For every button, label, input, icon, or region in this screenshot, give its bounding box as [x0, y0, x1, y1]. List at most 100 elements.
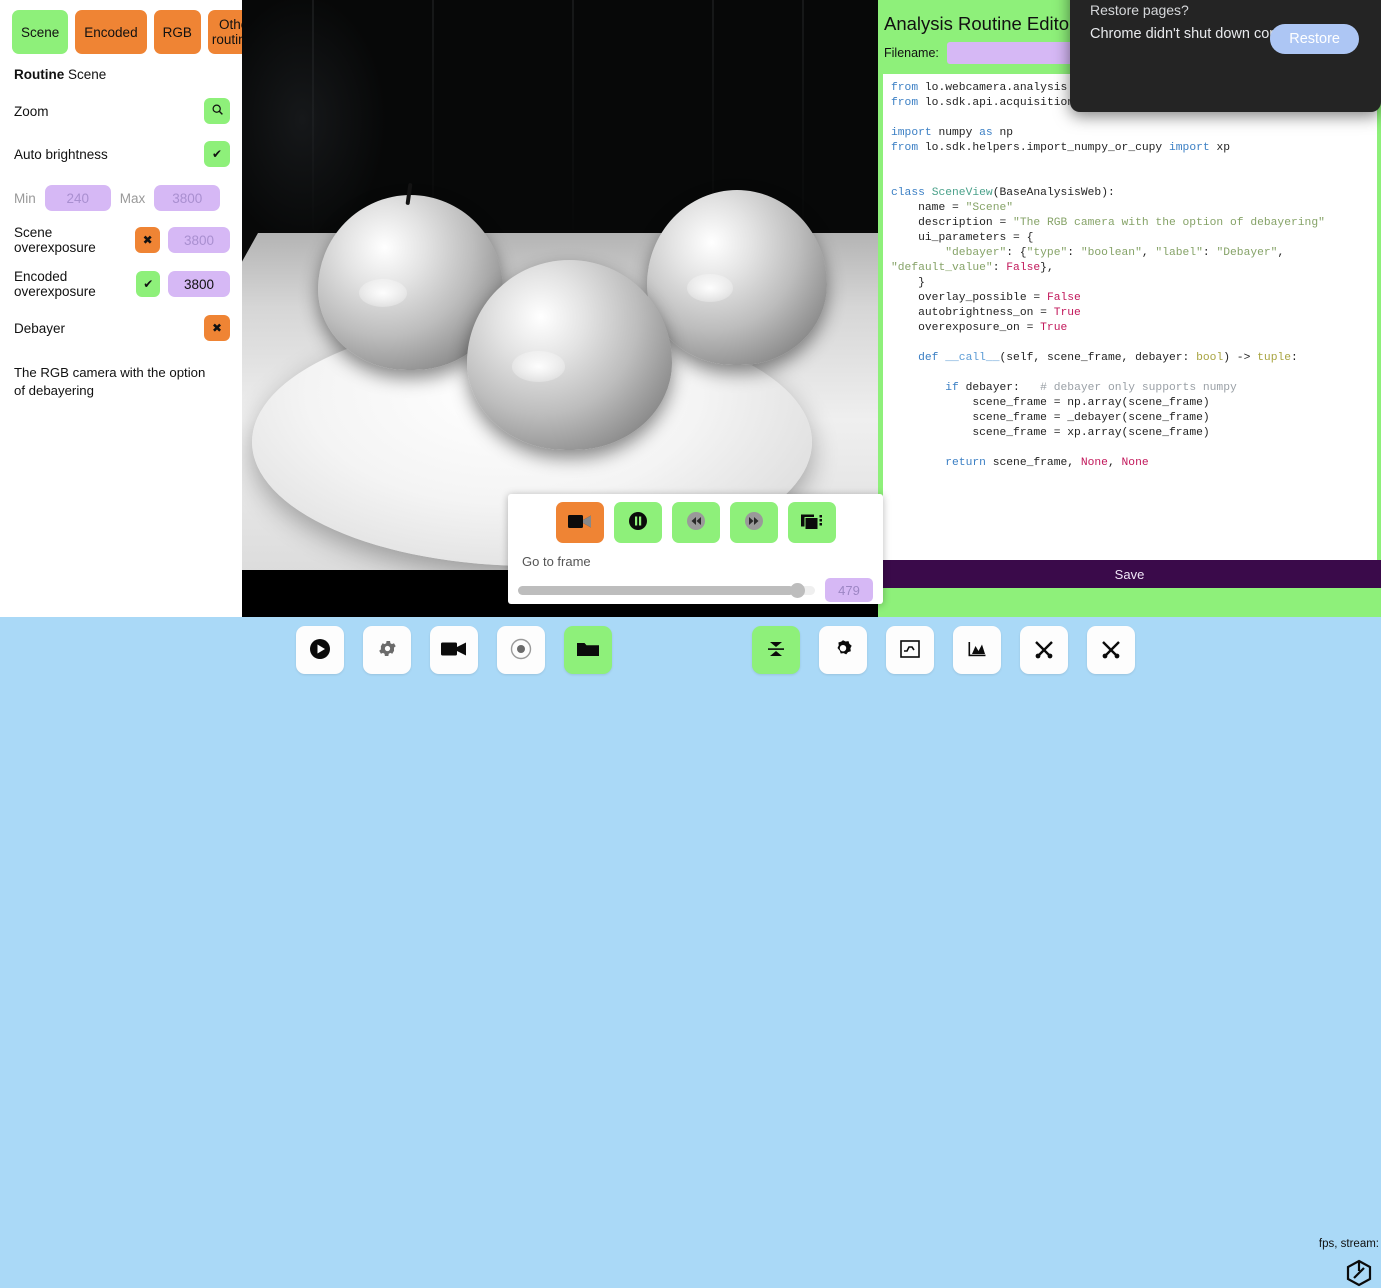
images-icon — [801, 512, 823, 534]
code-token: xp — [1216, 142, 1230, 154]
aperture-button[interactable] — [819, 626, 867, 674]
play-button[interactable] — [296, 626, 344, 674]
playback-rewind-button[interactable] — [672, 502, 720, 543]
code-token: = — [1040, 307, 1054, 319]
code-token: debayer — [966, 382, 1013, 394]
encoded-overexposure-row: Encoded overexposure ✔ — [14, 269, 230, 299]
routine-tab-rgb[interactable]: RGB — [154, 10, 201, 54]
code-line: def __call__(self, scene_frame, debayer:… — [891, 351, 1377, 366]
debayer-toggle[interactable]: ✖ — [204, 315, 230, 341]
playback-camera-button[interactable] — [556, 502, 604, 543]
encoded-overexposure-input[interactable] — [168, 271, 230, 297]
code-token: overlay_possible — [891, 292, 1033, 304]
save-button[interactable]: Save — [878, 560, 1381, 588]
min-label: Min — [14, 191, 36, 206]
folder-button[interactable] — [564, 626, 612, 674]
tools-alt-button[interactable] — [1087, 626, 1135, 674]
zoom-row: Zoom — [12, 97, 230, 125]
aperture-icon — [832, 638, 854, 663]
code-token: False — [1047, 292, 1081, 304]
code-token: . — [993, 97, 1000, 109]
code-token: : — [1183, 352, 1197, 364]
code-token: scene_frame — [891, 397, 1054, 409]
playback-forward-button[interactable] — [730, 502, 778, 543]
code-token: ) — [1223, 352, 1237, 364]
code-token: analysis — [1013, 82, 1067, 94]
routine-tab-list: Scene Encoded RGB Other routines — [12, 10, 230, 54]
auto-brightness-toggle[interactable]: ✔ — [204, 141, 230, 167]
code-token: autobrightness_on — [891, 307, 1040, 319]
code-editor[interactable]: from lo.webcamera.analysis.afrom lo.sdk.… — [883, 74, 1377, 571]
levels-button[interactable] — [752, 626, 800, 674]
frame-number-input[interactable] — [825, 578, 873, 602]
scene-overexposure-toggle[interactable]: ✖ — [135, 227, 160, 253]
code-token: False — [1006, 262, 1040, 274]
frame-slider-fill — [518, 586, 794, 595]
waveform-box-icon — [899, 639, 921, 662]
fps-stream-label: fps, stream: — [1319, 1238, 1379, 1250]
code-token: = — [999, 217, 1013, 229]
gear-icon — [377, 638, 398, 662]
min-input[interactable] — [45, 185, 111, 211]
camera-button[interactable] — [430, 626, 478, 674]
code-line: import numpy as np — [891, 126, 1377, 141]
code-token: __call__ — [945, 352, 999, 364]
restore-button[interactable]: Restore — [1270, 24, 1359, 54]
code-token: array — [1088, 397, 1122, 409]
filename-label: Filename: — [884, 46, 939, 60]
code-token: xp — [1067, 427, 1081, 439]
playback-frames-button[interactable] — [788, 502, 836, 543]
signal-plot-button[interactable] — [886, 626, 934, 674]
code-token: np — [1067, 397, 1081, 409]
code-token: scene_frame — [891, 427, 1054, 439]
encoded-overexposure-toggle[interactable]: ✔ — [136, 271, 160, 297]
code-token: "Debayer" — [1216, 247, 1277, 259]
code-token: from — [891, 82, 925, 94]
fast-forward-icon — [744, 511, 764, 534]
debayer-row: Debayer ✖ — [12, 314, 230, 342]
scene-image — [242, 0, 882, 570]
code-line: from lo.sdk.helpers.import_numpy_or_cupy… — [891, 141, 1377, 156]
routine-tab-encoded[interactable]: Encoded — [75, 10, 146, 54]
pause-icon — [628, 511, 648, 534]
code-token: def — [891, 352, 945, 364]
code-token: }, — [1040, 262, 1054, 274]
folder-icon — [576, 640, 600, 661]
code-line — [891, 336, 1377, 351]
code-token: (scene_frame) — [1122, 427, 1210, 439]
settings-button[interactable] — [363, 626, 411, 674]
code-token: "Scene" — [966, 202, 1013, 214]
code-token: = — [1054, 397, 1068, 409]
frame-slider[interactable] — [518, 586, 815, 595]
zoom-button[interactable] — [204, 98, 230, 124]
code-token: : — [993, 262, 1007, 274]
frame-slider-knob[interactable] — [790, 583, 805, 598]
code-token: = — [1054, 427, 1068, 439]
code-token: sdk — [945, 142, 965, 154]
routine-current-line: Routine Scene — [14, 67, 230, 82]
scene-backdrop — [242, 0, 882, 240]
cube-icon[interactable] — [1344, 1258, 1374, 1288]
histogram-button[interactable] — [953, 626, 1001, 674]
scene-overexposure-input[interactable] — [168, 227, 230, 253]
code-token: , scene_frame, debayer — [1033, 352, 1182, 364]
tools-icon — [1100, 638, 1122, 663]
play-circle-icon — [309, 638, 331, 663]
code-token: . — [1081, 397, 1088, 409]
playback-pause-button[interactable] — [614, 502, 662, 543]
max-input[interactable] — [154, 185, 220, 211]
code-token: lo — [925, 97, 939, 109]
code-token: acquisition — [1000, 97, 1075, 109]
code-token: : — [1067, 247, 1081, 259]
auto-brightness-label: Auto brightness — [14, 147, 108, 162]
backdrop-fold — [312, 0, 314, 240]
code-token: from — [891, 142, 925, 154]
apple-front — [467, 260, 672, 450]
toolbar-left-group — [296, 626, 612, 674]
code-token: "debayer" — [945, 247, 1006, 259]
tools-button[interactable] — [1020, 626, 1068, 674]
code-token: , — [1142, 247, 1156, 259]
record-button[interactable] — [497, 626, 545, 674]
code-line — [891, 156, 1377, 171]
routine-tab-scene[interactable]: Scene — [12, 10, 68, 54]
